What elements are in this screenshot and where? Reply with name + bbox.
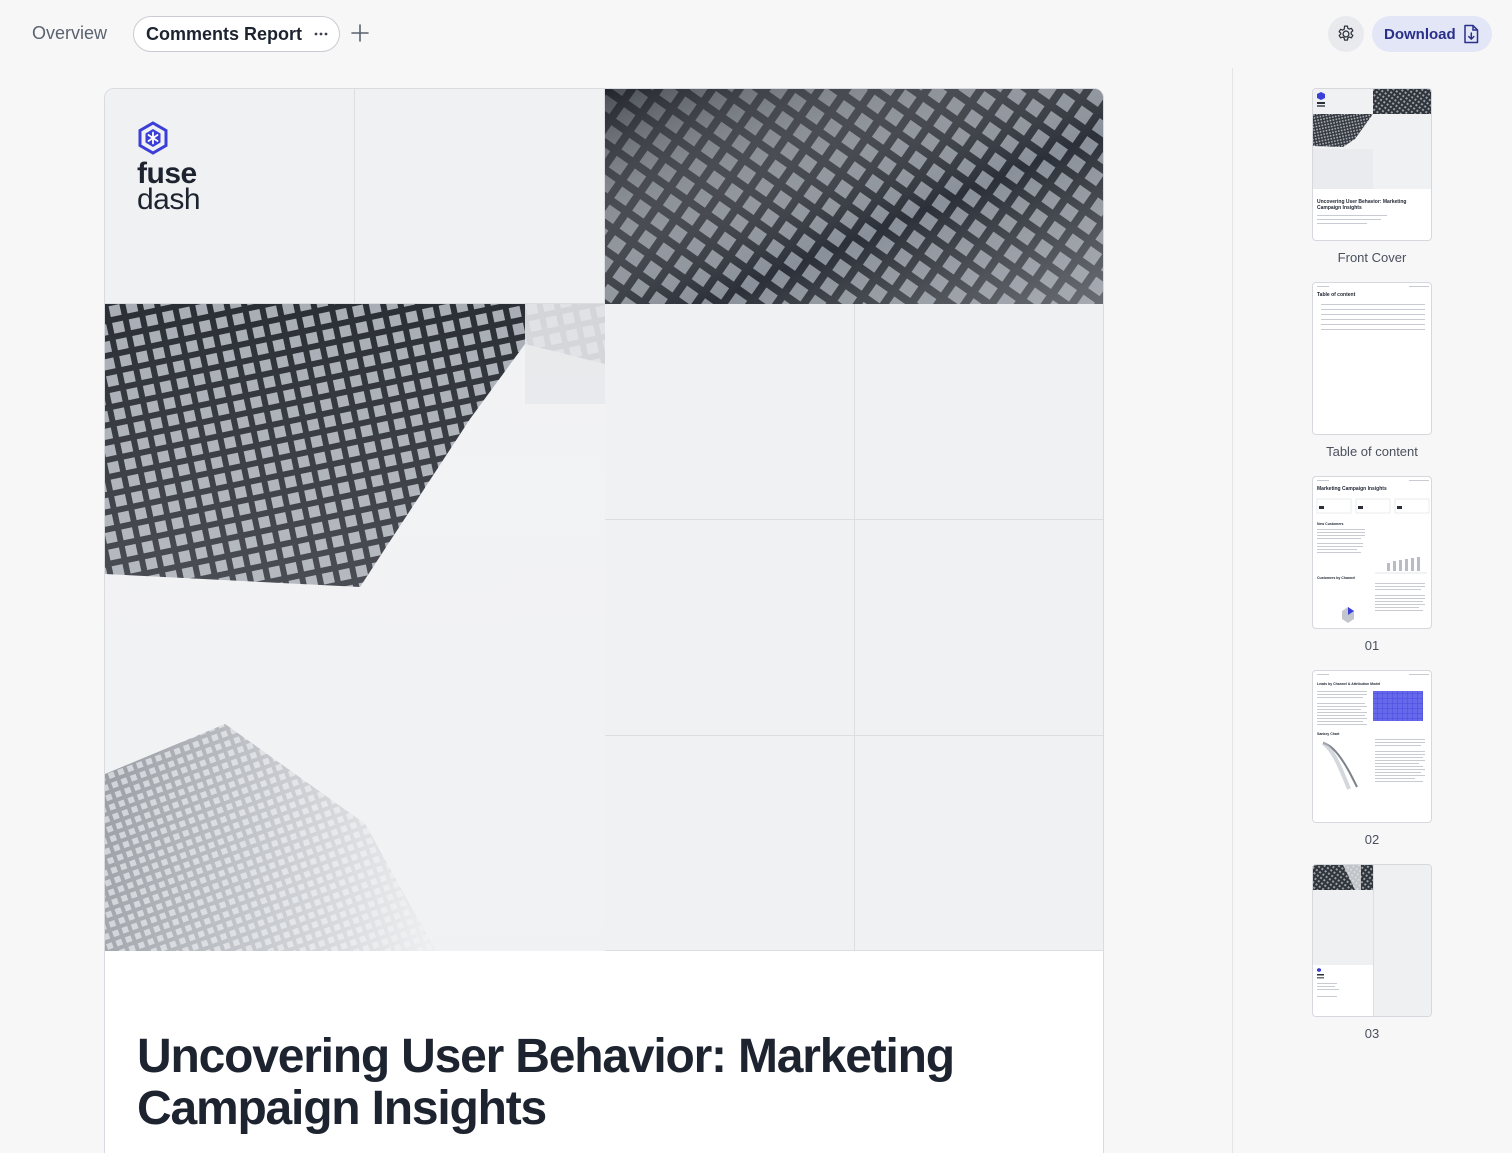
gear-icon	[1338, 25, 1354, 41]
thumbnail-label-01: 01	[1364, 638, 1380, 653]
grid-cell	[605, 304, 855, 520]
thumb-subtitle: New Customers	[1317, 522, 1344, 526]
thumb-title: Table of content	[1317, 292, 1356, 298]
download-button[interactable]: Download	[1372, 16, 1492, 52]
thumb-subtitle: Customers by Channel	[1317, 576, 1356, 580]
logo-word-dash: dash	[137, 183, 201, 216]
grid-cell	[855, 304, 1103, 520]
file-download-icon	[1464, 24, 1479, 44]
top-bar: Overview Comments Report Download	[0, 0, 1512, 68]
grid-cell	[605, 520, 855, 736]
thumb-title: Marketing Campaign Insights	[1317, 486, 1387, 492]
grid-cell	[855, 520, 1103, 736]
settings-button[interactable]	[1328, 16, 1364, 52]
tab-comments-report-label: Comments Report	[146, 23, 303, 44]
grid-cell	[605, 736, 855, 951]
thumb-title: Leads by Channel & Attribution Model	[1317, 682, 1381, 686]
more-options-icon[interactable]	[313, 25, 329, 43]
thumbnail-front-cover[interactable]: Uncovering User Behavior: Marketing Camp…	[1312, 88, 1432, 241]
cover-title: Uncovering User Behavior: Marketing Camp…	[137, 1030, 955, 1135]
fusedash-logo-icon	[138, 121, 168, 155]
thumbnail-label-table-of-content: Table of content	[1326, 444, 1418, 459]
page-preview-front-cover[interactable]: fuse dash Uncovering User Behavior: Mark…	[104, 88, 1104, 1153]
thumb-title: Uncovering User Behavior: Marketing Camp…	[1317, 199, 1407, 211]
tab-comments-report[interactable]: Comments Report	[133, 16, 340, 52]
thumbnail-page-01[interactable]: Marketing Campaign Insights New Customer…	[1312, 476, 1432, 629]
download-button-label: Download	[1384, 25, 1456, 43]
cover-image-grid: fuse dash	[105, 89, 1103, 951]
thumbnail-label-03: 03	[1364, 1026, 1380, 1041]
cover-photo-skyscraper-main	[105, 304, 605, 951]
tab-overview[interactable]: Overview	[32, 23, 107, 44]
add-tab-icon[interactable]	[349, 22, 371, 44]
thumbnail-label-front-cover: Front Cover	[1337, 250, 1407, 265]
sidebar-divider	[1232, 68, 1233, 1153]
thumb-subtitle: Sankey Chart	[1317, 732, 1340, 736]
grid-cell	[855, 736, 1103, 951]
thumbnail-page-02[interactable]: Leads by Channel & Attribution Model San…	[1312, 670, 1432, 823]
grid-cell	[355, 89, 605, 304]
cover-photo-skyscraper-top	[605, 89, 1103, 304]
thumbnail-label-02: 02	[1364, 832, 1380, 847]
thumbnail-table-of-content[interactable]: Table of content	[1312, 282, 1432, 435]
thumbnail-page-03[interactable]	[1312, 864, 1432, 1017]
fusedash-logo-wordmark: fuse dash	[137, 159, 201, 216]
